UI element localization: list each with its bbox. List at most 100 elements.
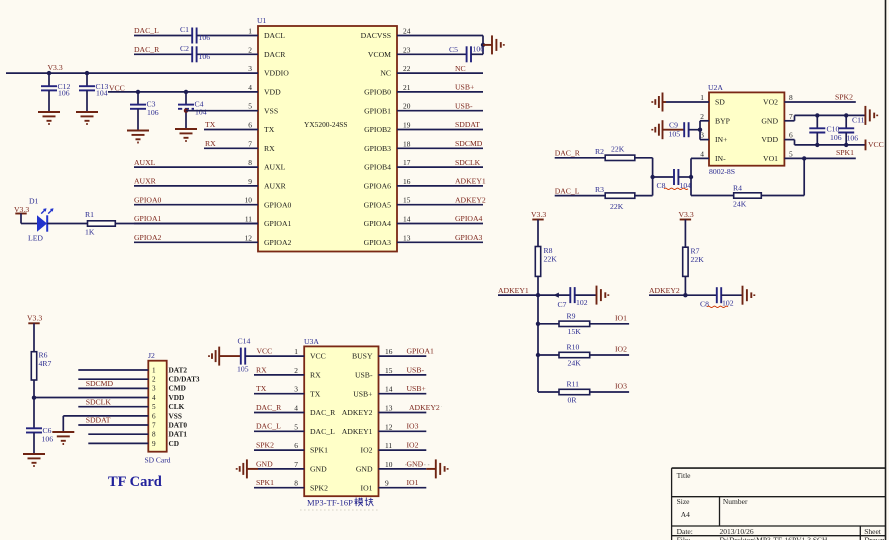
svg-text:24: 24: [403, 27, 411, 36]
svg-text:Drawn: Drawn: [864, 535, 885, 540]
svg-text:2: 2: [700, 112, 704, 121]
svg-text:Size: Size: [677, 497, 691, 506]
svg-text:24K: 24K: [568, 358, 582, 367]
svg-text:GPIOA1: GPIOA1: [407, 347, 434, 356]
svg-text:106: 106: [42, 435, 54, 444]
svg-text:106: 106: [473, 45, 485, 54]
svg-text:RX: RX: [205, 139, 216, 148]
svg-text:10: 10: [245, 196, 253, 205]
svg-text:GPIOA1: GPIOA1: [264, 219, 291, 228]
svg-text:2: 2: [294, 366, 298, 375]
svg-text:SDCLK: SDCLK: [455, 158, 481, 167]
svg-text:106: 106: [830, 133, 842, 142]
svg-text:CLK: CLK: [169, 402, 185, 411]
svg-text:7: 7: [152, 421, 156, 429]
svg-text:R1: R1: [85, 210, 94, 219]
svg-text:7: 7: [294, 460, 298, 469]
svg-text:BUSY: BUSY: [352, 352, 373, 361]
svg-text:13: 13: [403, 233, 411, 242]
svg-text:0R: 0R: [568, 395, 578, 404]
svg-text:4: 4: [700, 149, 704, 158]
svg-text:ADKEY2: ADKEY2: [455, 195, 486, 204]
svg-text:DAC_L: DAC_L: [310, 427, 335, 436]
svg-text:USB-: USB-: [455, 101, 473, 110]
svg-text:GPIOA4: GPIOA4: [364, 219, 391, 228]
svg-text:GND: GND: [407, 459, 424, 468]
svg-text:ADKEY1: ADKEY1: [455, 177, 486, 186]
svg-text:VCC: VCC: [868, 140, 884, 149]
svg-text:ADKEY2: ADKEY2: [342, 408, 373, 417]
svg-text:R4: R4: [733, 184, 742, 193]
svg-text:22K: 22K: [610, 202, 624, 211]
svg-text:SDCMD: SDCMD: [86, 379, 114, 388]
svg-text:IO2: IO2: [407, 441, 419, 450]
svg-text:SPK1: SPK1: [310, 446, 328, 455]
svg-text:4: 4: [248, 83, 252, 92]
svg-text:IO2: IO2: [361, 446, 373, 455]
svg-text:102: 102: [576, 298, 588, 307]
svg-text:1K: 1K: [85, 228, 95, 237]
svg-text:8002-8S: 8002-8S: [709, 167, 735, 176]
svg-text:CD: CD: [169, 439, 180, 448]
svg-text:11: 11: [245, 215, 252, 224]
svg-text:106: 106: [147, 108, 159, 117]
svg-text:D:\Desktop\MP3-TF-16PV1.3.SCH: D:\Desktop\MP3-TF-16PV1.3.SCH: [720, 535, 829, 540]
svg-text:20: 20: [403, 102, 411, 111]
svg-text:GPIOA2: GPIOA2: [134, 233, 161, 242]
svg-text:U1: U1: [257, 16, 267, 25]
svg-text:VCC: VCC: [310, 352, 326, 361]
svg-text:DAC_L: DAC_L: [555, 186, 580, 195]
svg-text:7: 7: [248, 139, 252, 148]
svg-text:MP3-TF-16P: MP3-TF-16P: [307, 498, 353, 508]
svg-text:GPIOB0: GPIOB0: [364, 88, 391, 97]
svg-text:USB-: USB-: [355, 371, 373, 380]
svg-text:DAT1: DAT1: [169, 430, 188, 439]
svg-text:5: 5: [789, 149, 793, 158]
svg-text:CMD: CMD: [169, 384, 186, 393]
svg-text:3: 3: [294, 385, 298, 394]
svg-text:105: 105: [669, 130, 681, 139]
svg-text:IO1: IO1: [615, 314, 627, 323]
svg-text:22: 22: [403, 64, 411, 73]
svg-text:USB-: USB-: [407, 365, 425, 374]
svg-text:Number: Number: [723, 497, 748, 506]
svg-text:DAT2: DAT2: [169, 365, 188, 374]
svg-text:104: 104: [96, 89, 108, 98]
svg-text:DAC_R: DAC_R: [310, 408, 336, 417]
svg-text:22K: 22K: [544, 255, 558, 264]
svg-text:SPK2: SPK2: [310, 483, 328, 492]
svg-text:11: 11: [385, 441, 392, 450]
svg-text:1: 1: [700, 93, 704, 102]
svg-text:6: 6: [294, 441, 298, 450]
svg-text:USB+: USB+: [455, 83, 474, 92]
svg-text:TX: TX: [205, 120, 216, 129]
svg-text:6: 6: [248, 121, 252, 130]
svg-text:6: 6: [789, 131, 793, 140]
svg-text:DAT0: DAT0: [169, 420, 188, 429]
svg-text:102: 102: [722, 299, 734, 308]
svg-text:15K: 15K: [568, 327, 582, 336]
svg-text:SDCLK: SDCLK: [86, 397, 112, 406]
svg-text:C7: C7: [558, 300, 567, 309]
svg-text:IO2: IO2: [615, 345, 627, 354]
svg-text:2: 2: [152, 376, 156, 384]
svg-text:DACVSS: DACVSS: [361, 31, 391, 40]
svg-text:6: 6: [152, 412, 156, 420]
svg-text:SPK1: SPK1: [836, 148, 854, 157]
svg-text:VDD: VDD: [264, 88, 281, 97]
svg-text:VO2: VO2: [763, 98, 778, 107]
svg-text:3: 3: [700, 131, 704, 140]
svg-text:5: 5: [248, 102, 252, 111]
svg-text:8: 8: [294, 479, 298, 488]
svg-text:15: 15: [403, 196, 411, 205]
svg-text:VCC: VCC: [257, 347, 273, 356]
svg-text:IN-: IN-: [715, 154, 726, 163]
svg-text:VDD: VDD: [169, 393, 185, 402]
svg-text:R11: R11: [567, 380, 580, 389]
svg-text:SDDAT: SDDAT: [86, 416, 111, 425]
svg-text:TX: TX: [256, 384, 267, 393]
svg-text:C14: C14: [238, 336, 251, 345]
svg-text:VSS: VSS: [169, 411, 182, 420]
svg-text:File:: File:: [677, 535, 691, 540]
svg-text:104: 104: [680, 181, 692, 190]
